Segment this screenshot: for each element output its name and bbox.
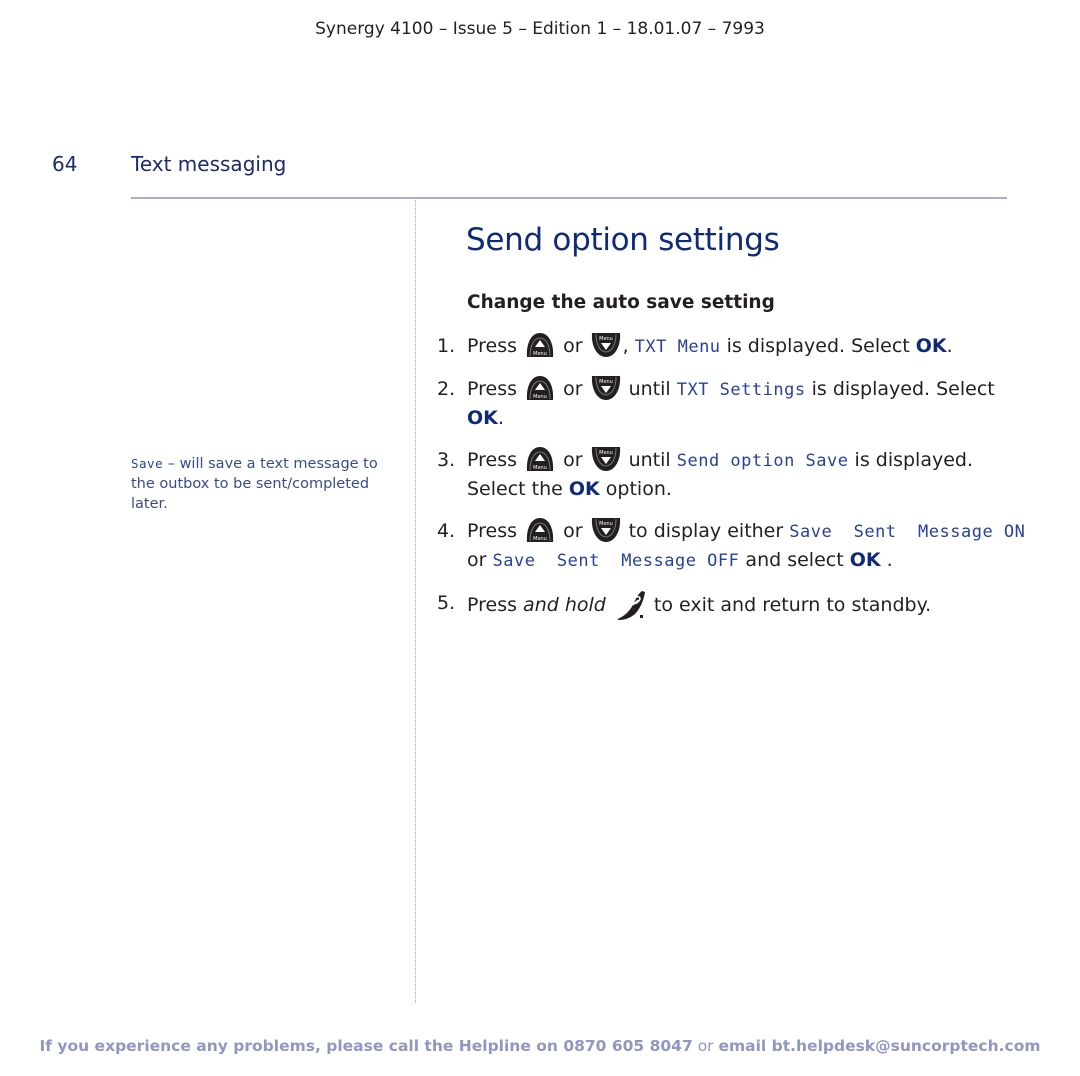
step-text: and select bbox=[739, 549, 850, 571]
step-number: 1. bbox=[437, 335, 456, 357]
step-text: or bbox=[557, 335, 589, 357]
step-text: . bbox=[880, 549, 893, 571]
svg-text:Menu: Menu bbox=[533, 351, 547, 357]
step-text: until bbox=[622, 449, 677, 471]
page-number: 64 bbox=[52, 152, 78, 176]
step-text: or bbox=[557, 520, 589, 542]
down-menu-key-icon: Menu bbox=[591, 375, 621, 401]
lcd-text-off: Save Sent Message OFF bbox=[492, 551, 740, 571]
lcd-text: TXT Settings bbox=[676, 380, 806, 400]
svg-text:Menu: Menu bbox=[599, 336, 613, 342]
step-number: 2. bbox=[437, 378, 456, 400]
sub-heading: Change the auto save setting bbox=[467, 292, 775, 313]
ok-label: OK bbox=[849, 549, 881, 571]
step-text: Press bbox=[467, 378, 524, 400]
steps-list: 1. Press Menu or Menu , TXT Menu is disp… bbox=[437, 332, 1037, 635]
svg-text:Menu: Menu bbox=[599, 379, 613, 385]
step-1: 1. Press Menu or Menu , TXT Menu is disp… bbox=[437, 332, 1037, 361]
svg-text:Menu: Menu bbox=[533, 465, 547, 471]
lcd-text: TXT Menu bbox=[634, 337, 721, 357]
ok-label: OK bbox=[467, 407, 498, 429]
side-note: Save – will save a text message to the o… bbox=[131, 454, 396, 514]
footer-prefix: If you experience any problems, please c… bbox=[39, 1037, 564, 1055]
lcd-text: Send option Save bbox=[676, 451, 849, 471]
step-text: to display either bbox=[622, 520, 790, 542]
up-menu-key-icon: Menu bbox=[525, 446, 555, 472]
svg-text:Menu: Menu bbox=[533, 536, 547, 542]
ok-label: OK bbox=[568, 478, 600, 500]
up-menu-key-icon: Menu bbox=[525, 332, 555, 358]
footer-helpline: If you experience any problems, please c… bbox=[0, 1037, 1080, 1055]
svg-text:Menu: Menu bbox=[599, 521, 613, 527]
end-call-key-icon bbox=[614, 589, 646, 621]
down-menu-key-icon: Menu bbox=[591, 332, 621, 358]
lcd-text-on: Save Sent Message ON bbox=[789, 522, 1026, 542]
svg-text:Menu: Menu bbox=[599, 450, 613, 456]
step-3: 3. Press Menu or Menu until Send option … bbox=[437, 446, 1037, 503]
up-menu-key-icon: Menu bbox=[525, 517, 555, 543]
step-text: or bbox=[557, 378, 589, 400]
page-title: Send option settings bbox=[466, 222, 780, 258]
svg-text:Menu: Menu bbox=[533, 394, 547, 400]
step-text: is displayed. Select bbox=[805, 378, 995, 400]
step-text: or bbox=[557, 449, 589, 471]
step-text: to exit and return to standby. bbox=[647, 594, 932, 616]
step-number: 4. bbox=[437, 520, 456, 542]
step-text: option. bbox=[599, 478, 672, 500]
down-menu-key-icon: Menu bbox=[591, 517, 621, 543]
step-text: Press bbox=[467, 335, 524, 357]
step-number: 3. bbox=[437, 449, 456, 471]
section-rule bbox=[131, 197, 1007, 199]
and-hold-text: and hold bbox=[523, 594, 606, 616]
step-text: Press bbox=[467, 594, 524, 616]
step-text: , bbox=[622, 335, 635, 357]
step-text: is displayed. Select bbox=[720, 335, 916, 357]
step-text: until bbox=[622, 378, 677, 400]
helpline-phone: 0870 605 8047 bbox=[563, 1037, 693, 1055]
side-note-text: – will save a text message to the outbox… bbox=[131, 456, 378, 512]
step-text: . bbox=[497, 407, 504, 429]
footer-or: or bbox=[692, 1037, 719, 1055]
helpdesk-email[interactable]: email bt.helpdesk@suncorptech.com bbox=[718, 1037, 1040, 1055]
column-divider bbox=[415, 200, 416, 1003]
step-2: 2. Press Menu or Menu until TXT Settings… bbox=[437, 375, 1037, 432]
side-note-lcd-term: Save bbox=[131, 456, 164, 471]
document-info-header: Synergy 4100 – Issue 5 – Edition 1 – 18.… bbox=[315, 19, 765, 39]
ok-label: OK bbox=[915, 335, 947, 357]
step-text: or bbox=[467, 549, 493, 571]
down-menu-key-icon: Menu bbox=[591, 446, 621, 472]
step-number: 5. bbox=[437, 592, 456, 614]
step-5: 5. Press and hold to exit and return to … bbox=[437, 589, 1037, 621]
section-title: Text messaging bbox=[131, 152, 287, 176]
step-text: . bbox=[946, 335, 953, 357]
step-4: 4. Press Menu or Menu to display either … bbox=[437, 517, 1037, 575]
step-text: Press bbox=[467, 520, 524, 542]
up-menu-key-icon: Menu bbox=[525, 375, 555, 401]
step-text: Press bbox=[467, 449, 524, 471]
